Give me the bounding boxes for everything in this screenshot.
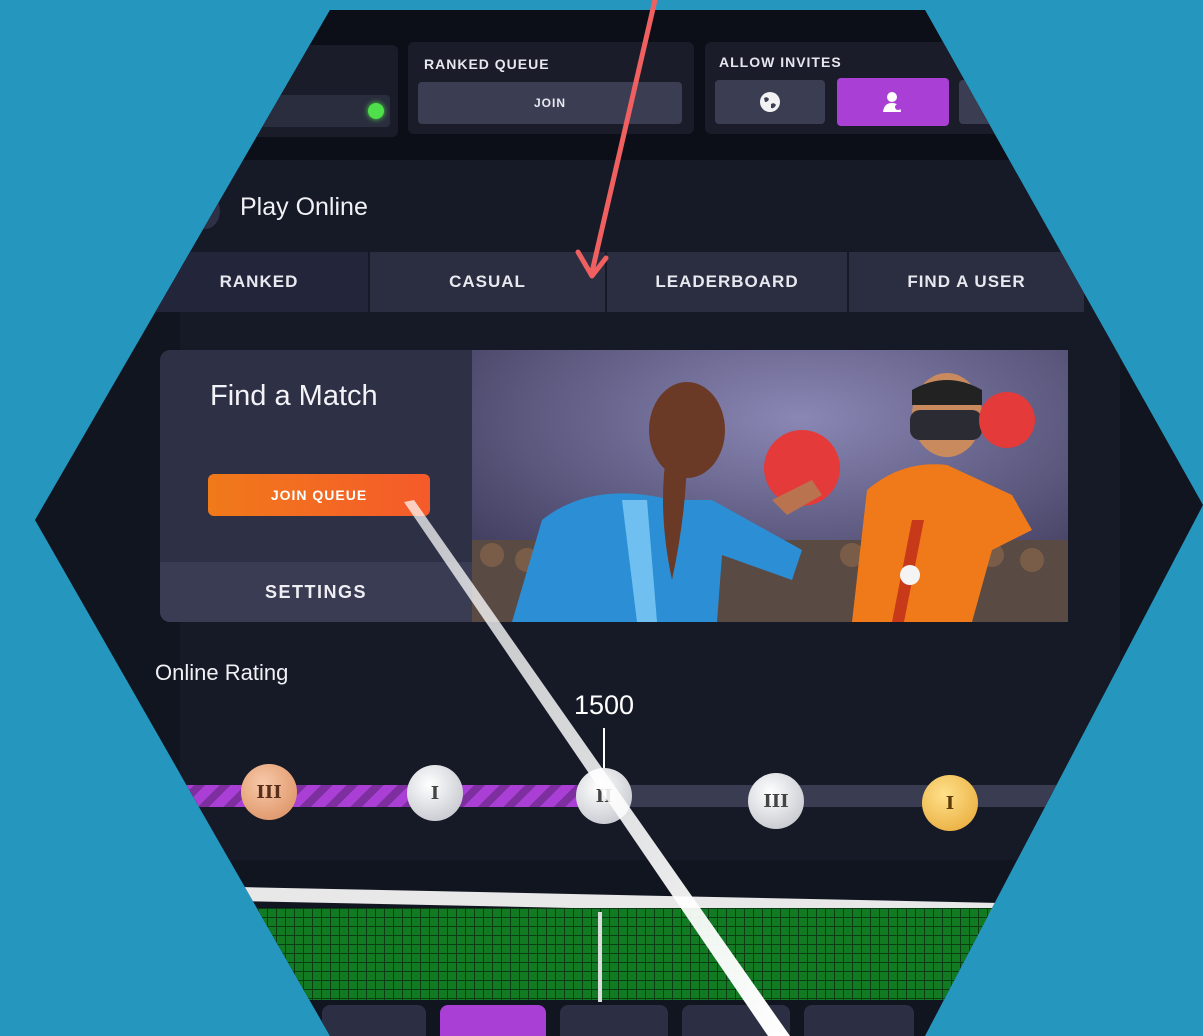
annotation-arrow-icon <box>575 0 658 279</box>
